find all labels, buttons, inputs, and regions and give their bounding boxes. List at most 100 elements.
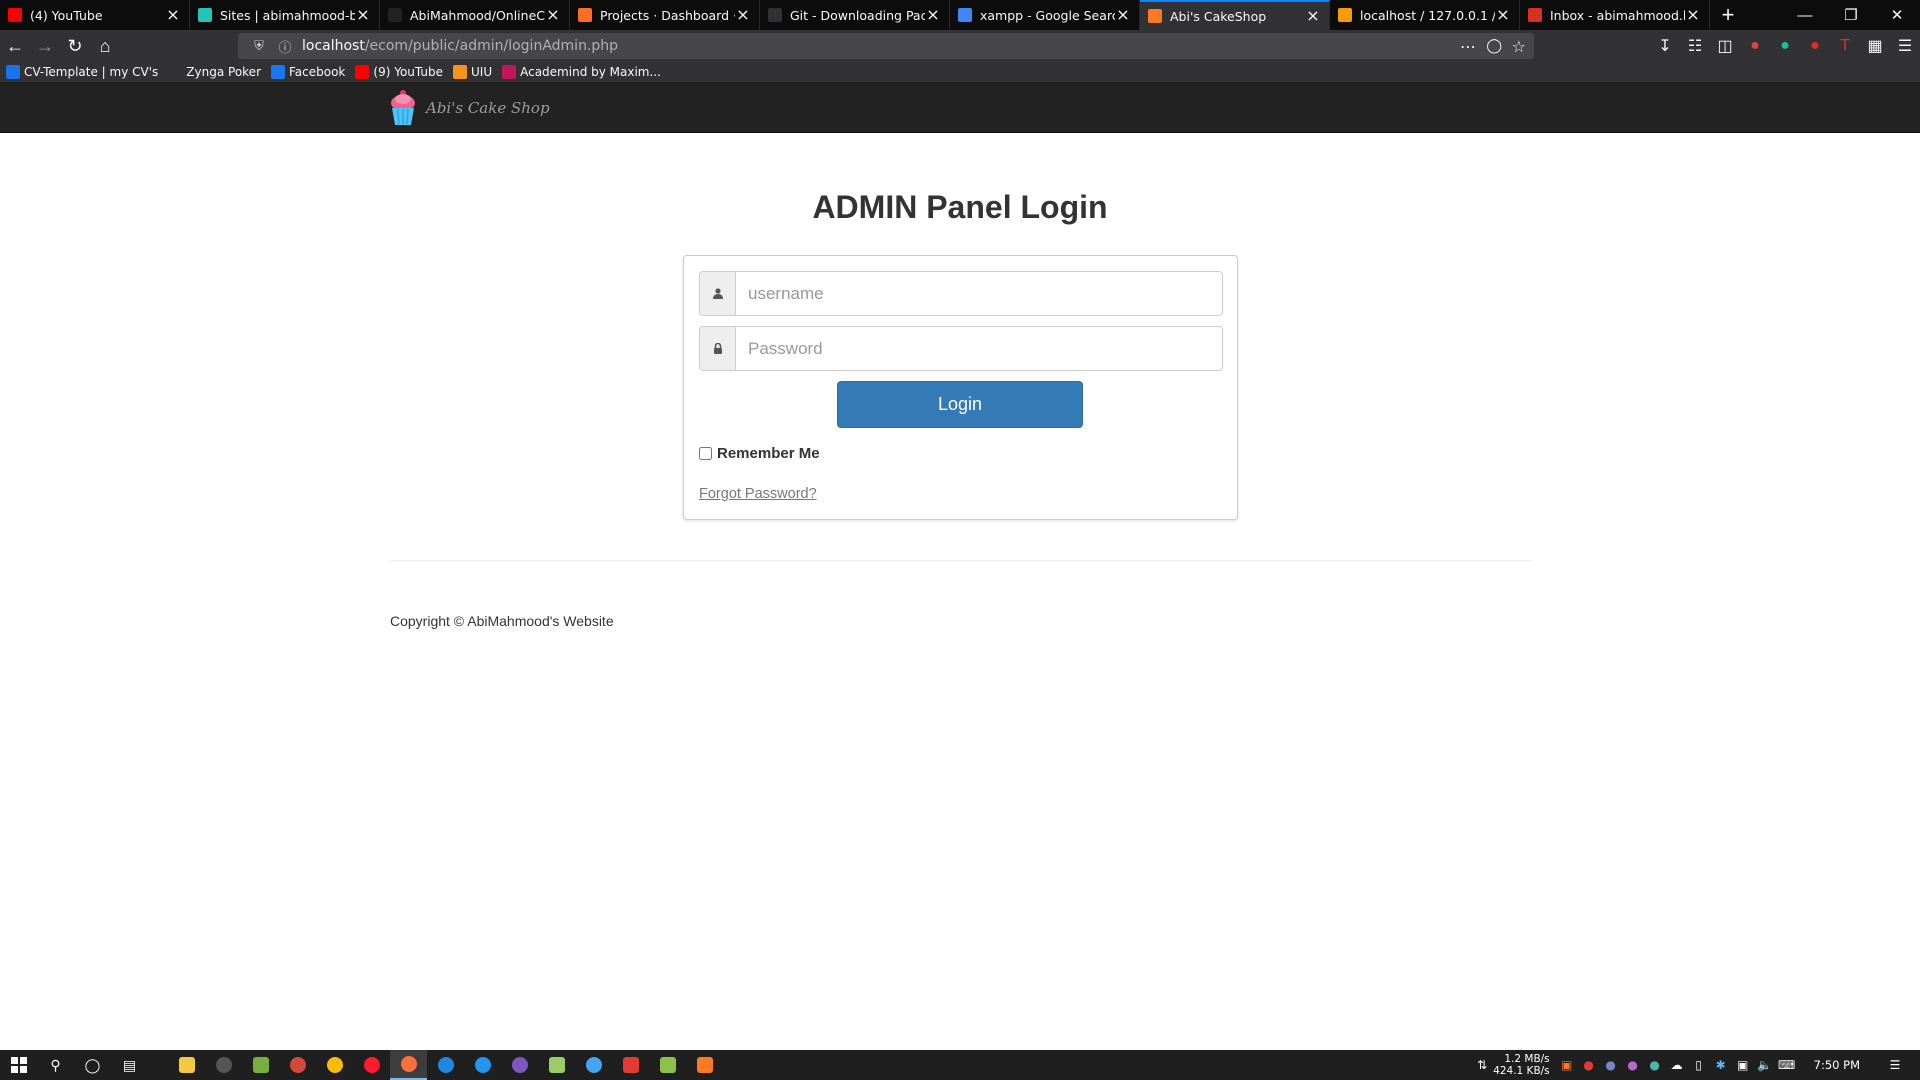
password-input[interactable] — [736, 327, 1222, 370]
task-view-icon[interactable]: ▤ — [111, 1050, 148, 1080]
opera-icon[interactable] — [353, 1050, 390, 1080]
cloud-icon[interactable]: ☁ — [1666, 1058, 1688, 1072]
library-icon[interactable]: ☷ — [1680, 36, 1710, 56]
new-tab-icon[interactable]: + — [1710, 0, 1746, 30]
taskbar-app-icon[interactable] — [501, 1050, 538, 1080]
close-tab-icon[interactable]: × — [1495, 7, 1511, 23]
sidebar-icon[interactable]: ◫ — [1710, 36, 1740, 56]
restore-icon[interactable]: ❐ — [1828, 0, 1874, 30]
browser-tab[interactable]: (4) YouTube × — [0, 0, 190, 30]
browser-tab[interactable]: AbiMahmood/OnlineCa × — [380, 0, 570, 30]
info-icon[interactable]: ⓘ — [276, 37, 294, 56]
clock[interactable]: 7:50 PM — [1814, 1058, 1860, 1072]
close-tab-icon[interactable]: × — [735, 7, 751, 23]
tray-app-icon[interactable]: ● — [1622, 1058, 1644, 1072]
adblock-icon[interactable]: ● — [1800, 37, 1830, 55]
browser-tab[interactable]: Sites | abimahmood-bd × — [190, 0, 380, 30]
tray-app-icon[interactable]: ● — [1644, 1058, 1666, 1072]
bookmark-item[interactable]: Academind by Maxim... — [502, 65, 661, 79]
home-icon[interactable]: ⌂ — [90, 31, 120, 61]
tab-title: (4) YouTube — [30, 7, 103, 23]
usb-icon[interactable]: ▯ — [1688, 1058, 1710, 1072]
shield-icon[interactable]: ⛨ — [250, 37, 268, 55]
footer-divider — [390, 560, 1531, 561]
windows-start-icon[interactable] — [0, 1050, 37, 1080]
extension-grid-icon[interactable]: ▦ — [1860, 36, 1890, 56]
taskbar-app-icon[interactable] — [279, 1050, 316, 1080]
browser-tab[interactable]: localhost / 127.0.0.1 / ec× — [1330, 0, 1520, 30]
forward-icon[interactable]: → — [30, 31, 60, 61]
tab-title: AbiMahmood/OnlineCa — [410, 7, 545, 23]
menu-icon[interactable]: ☰ — [1890, 36, 1920, 56]
close-tab-icon[interactable]: × — [355, 7, 371, 23]
browser-tab[interactable]: Git - Downloading Packa× — [760, 0, 950, 30]
close-tab-icon[interactable]: × — [925, 7, 941, 23]
chrome-icon[interactable] — [316, 1050, 353, 1080]
forgot-password-link[interactable]: Forgot Password? — [699, 486, 817, 502]
taskbar-app-icon[interactable] — [649, 1050, 686, 1080]
close-window-icon[interactable]: ✕ — [1874, 0, 1920, 30]
taskbar-app-icon[interactable] — [575, 1050, 612, 1080]
firefox-icon[interactable] — [390, 1050, 427, 1080]
remember-me[interactable]: Remember Me — [699, 445, 820, 462]
close-tab-icon[interactable]: × — [545, 7, 561, 23]
bookmark-label: Academind by Maxim... — [520, 65, 661, 79]
taskbar-app-icon[interactable] — [538, 1050, 575, 1080]
acrobat-icon[interactable] — [612, 1050, 649, 1080]
url-bar[interactable]: ⛨ ⓘ localhost/ecom/public/admin/loginAdm… — [238, 33, 1534, 59]
pocket-icon[interactable]: ◯ — [1486, 38, 1502, 54]
remember-me-label: Remember Me — [717, 445, 820, 462]
bookmark-item[interactable]: Zynga Poker — [168, 65, 261, 79]
taskbar-app-icon[interactable] — [464, 1050, 501, 1080]
tray-app-icon[interactable]: ● — [1578, 1058, 1600, 1072]
search-icon[interactable]: ⚲ — [37, 1050, 74, 1080]
taskbar-app-icon[interactable] — [427, 1050, 464, 1080]
cortana-icon[interactable]: ◯ — [74, 1050, 111, 1080]
bookmark-label: Zynga Poker — [186, 65, 261, 79]
bookmark-item[interactable]: (9) YouTube — [355, 65, 443, 79]
system-tray: ⇅ 1.2 MB/s 424.1 KB/s ▣ ● ● ● ● ☁ ▯ ✱ ▣ … — [1471, 1050, 1920, 1080]
notifications-icon[interactable]: ☰ — [1884, 1058, 1906, 1072]
xampp-icon[interactable] — [686, 1050, 723, 1080]
tray-app-icon[interactable]: ● — [1600, 1058, 1622, 1072]
username-input[interactable] — [736, 272, 1222, 315]
download-icon[interactable]: ↧ — [1650, 36, 1680, 56]
lock-icon — [700, 327, 736, 370]
browser-tab[interactable]: Projects · Dashboard · Gi× — [570, 0, 760, 30]
xampp-tray-icon[interactable]: ▣ — [1556, 1058, 1578, 1072]
url-host: localhost — [302, 38, 365, 54]
close-tab-icon[interactable]: × — [1305, 8, 1321, 24]
close-tab-icon[interactable]: × — [1115, 7, 1131, 23]
net-up: 424.1 KB/s — [1493, 1065, 1550, 1077]
keyboard-icon[interactable]: ⌨ — [1776, 1058, 1798, 1072]
tool-extension-icon[interactable]: T — [1830, 37, 1860, 55]
reload-icon[interactable]: ↻ — [60, 31, 90, 61]
github-icon — [388, 8, 402, 22]
site-brand[interactable]: Abi's Cake Shop — [426, 99, 550, 117]
back-icon[interactable]: ← — [0, 31, 30, 61]
bookmark-star-icon[interactable]: ☆ — [1512, 37, 1526, 56]
gitlab-icon — [578, 8, 592, 22]
volume-icon[interactable]: 🔈 — [1754, 1058, 1776, 1072]
remember-me-checkbox[interactable] — [699, 447, 712, 460]
close-tab-icon[interactable]: × — [1685, 7, 1701, 23]
extension-icon[interactable]: ● — [1740, 37, 1770, 55]
close-tab-icon[interactable]: × — [165, 7, 181, 23]
site-logo[interactable]: Abi's Cake Shop — [388, 88, 550, 128]
more-actions-icon[interactable]: ⋯ — [1460, 37, 1476, 56]
login-button[interactable]: Login — [837, 381, 1083, 428]
browser-tab[interactable]: Inbox - abimahmood.bd × — [1520, 0, 1710, 30]
bookmark-item[interactable]: Facebook — [271, 65, 345, 79]
taskbar-app-icon[interactable] — [242, 1050, 279, 1080]
network-icon[interactable]: ▣ — [1732, 1058, 1754, 1072]
browser-tab[interactable]: xampp - Google Search × — [950, 0, 1140, 30]
file-explorer-icon[interactable] — [168, 1050, 205, 1080]
grammarly-icon[interactable]: ● — [1770, 37, 1800, 55]
browser-tab[interactable]: Abi's CakeShop × — [1140, 0, 1330, 30]
minimize-icon[interactable]: — — [1782, 0, 1828, 30]
taskbar-app-icon[interactable] — [205, 1050, 242, 1080]
bookmark-item[interactable]: UIU — [453, 65, 492, 79]
academind-icon — [502, 65, 517, 79]
bluetooth-icon[interactable]: ✱ — [1710, 1058, 1732, 1072]
bookmark-item[interactable]: CV-Template | my CV's — [6, 65, 158, 79]
